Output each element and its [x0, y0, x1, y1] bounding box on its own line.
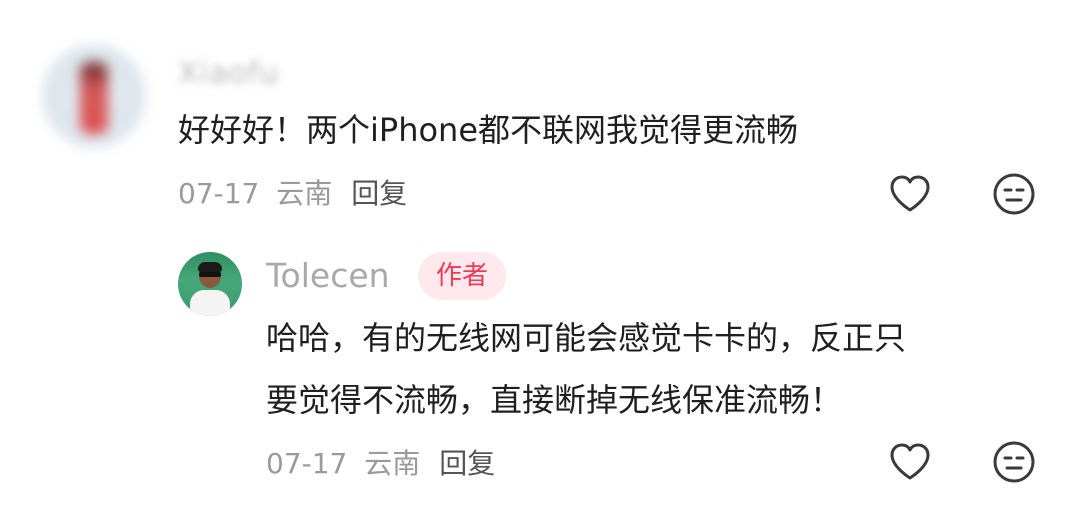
reply-date: 07-17 [266, 447, 348, 480]
reply-username[interactable]: Tolecen [266, 256, 390, 295]
like-button[interactable] [888, 440, 932, 484]
reply-button[interactable]: 回复 [439, 447, 495, 480]
heart-outline-icon [890, 443, 930, 480]
dislike-button[interactable] [992, 440, 1036, 484]
avatar[interactable] [178, 252, 242, 316]
reply-text-line-2[interactable]: 要觉得不流畅，直接断掉无线保准流畅！ [266, 374, 842, 426]
reply-item: Tolecen 作者 哈哈，有的无线网可能会感觉卡卡的，反正只 要觉得不流畅，直… [0, 0, 1080, 529]
reply-location: 云南 [364, 447, 421, 480]
reply-meta: 07-17 云南 回复 [266, 442, 495, 482]
reply-text-line-1[interactable]: 哈哈，有的无线网可能会感觉卡卡的，反正只 [266, 312, 906, 364]
avatar-hair [198, 262, 222, 272]
avatar-glasses [199, 272, 221, 277]
neutral-face-icon [993, 441, 1035, 483]
avatar-body [190, 290, 230, 316]
author-badge: 作者 [418, 252, 507, 300]
